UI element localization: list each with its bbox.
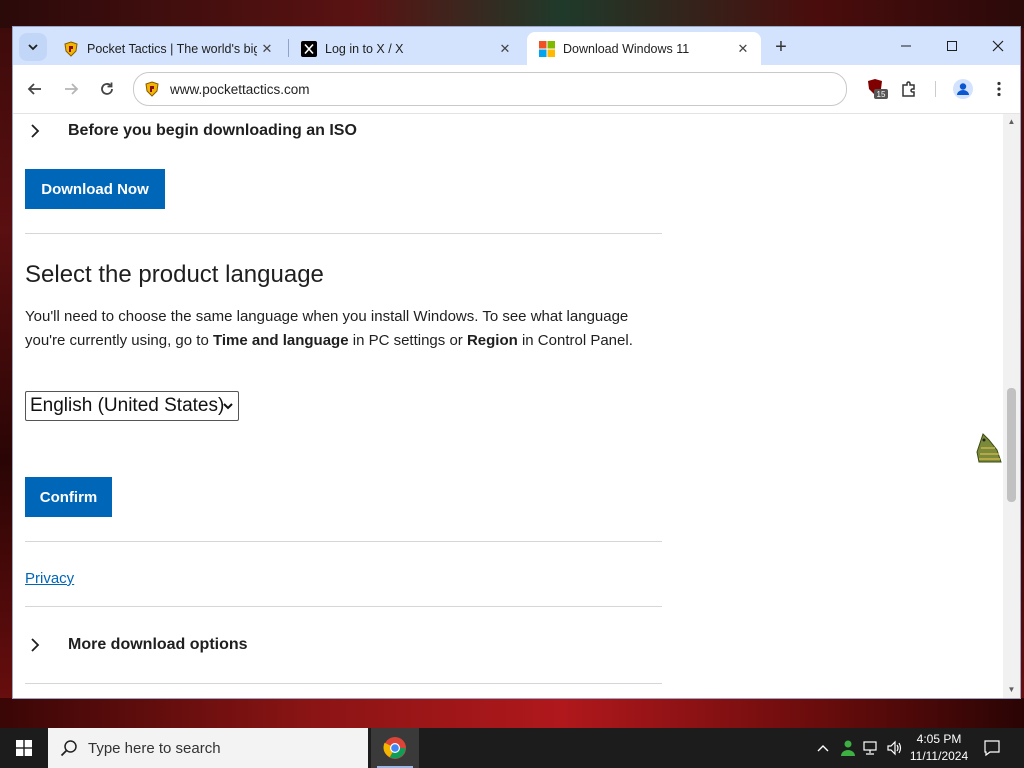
chrome-icon (383, 737, 406, 759)
windows-logo-icon (16, 740, 32, 756)
url-text: www.pockettactics.com (170, 81, 310, 97)
notification-icon (984, 740, 1000, 757)
people-icon (841, 740, 855, 756)
close-tab-icon[interactable]: ✕ (257, 39, 277, 59)
arrow-left-icon (27, 83, 41, 95)
divider (25, 541, 662, 542)
menu-button[interactable] (985, 75, 1013, 103)
para-bold-region: Region (466, 332, 518, 349)
x-logo-icon (301, 40, 317, 57)
new-tab-button[interactable]: + (769, 35, 793, 59)
search-icon (60, 740, 77, 757)
desktop-wallpaper-top (0, 0, 1024, 28)
expander-label: More download options (68, 636, 248, 653)
ublock-extension-button[interactable]: 15 (863, 75, 891, 103)
close-icon (992, 40, 1004, 52)
close-tab-icon[interactable]: ✕ (495, 39, 515, 59)
para-text: in Control Panel. (517, 332, 633, 349)
puzzle-icon (902, 81, 915, 97)
tray-user-icon-button[interactable] (836, 728, 858, 768)
arrow-right-icon (65, 83, 79, 95)
taskbar-clock[interactable]: 4:05 PM 11/11/2024 (900, 731, 978, 765)
tab-title: Log in to X / X (325, 41, 404, 56)
download-now-button[interactable]: Download Now (25, 169, 165, 209)
clock-time: 4:05 PM (916, 732, 962, 746)
back-button[interactable] (21, 75, 49, 103)
address-bar[interactable]: www.pockettactics.com (133, 72, 847, 106)
chevron-up-icon (817, 745, 829, 752)
tab-download-windows[interactable]: Download Windows 11 ✕ (527, 32, 761, 65)
expander-more-download-options[interactable]: More download options (25, 636, 248, 654)
vertical-scrollbar[interactable]: ▲ ▼ (1003, 114, 1020, 698)
tab-strip: Pocket Tactics | The world's big ✕ Log i… (13, 27, 1020, 65)
para-bold-time-language: Time and language (212, 332, 349, 349)
minimize-button[interactable] (883, 31, 929, 61)
close-tab-icon[interactable]: ✕ (733, 39, 753, 59)
show-hidden-icons-button[interactable] (812, 728, 834, 768)
chevron-right-icon (25, 638, 45, 652)
language-selected-value: English (United States) (30, 395, 225, 416)
shield-icon: 15 (868, 79, 888, 99)
notifications-button[interactable] (980, 728, 1004, 768)
close-window-button[interactable] (975, 31, 1021, 61)
tab-pocket-tactics[interactable]: Pocket Tactics | The world's big ✕ (51, 32, 285, 65)
tab-title: Pocket Tactics | The world's big (87, 41, 257, 56)
tab-search-button[interactable] (19, 33, 47, 61)
instruction-paragraph: You'll need to choose the same language … (25, 305, 655, 353)
browser-window: Pocket Tactics | The world's big ✕ Log i… (13, 27, 1020, 698)
maximize-button[interactable] (929, 31, 975, 61)
reload-icon (101, 82, 113, 95)
tab-x-login[interactable]: Log in to X / X ✕ (289, 32, 523, 65)
extension-badge: 15 (877, 90, 886, 99)
chevron-right-icon (25, 124, 45, 138)
expander-label: Before you begin downloading an ISO (68, 122, 357, 139)
para-text: in PC settings or (348, 332, 467, 349)
clock-date: 11/11/2024 (909, 749, 969, 763)
confirm-button[interactable]: Confirm (25, 477, 112, 517)
maximize-icon (947, 41, 957, 51)
chevron-down-icon (223, 403, 233, 410)
divider (25, 233, 662, 234)
scrollbar-thumb[interactable] (1007, 388, 1016, 502)
avatar-icon (953, 79, 973, 99)
pocket-tactics-favicon-icon (64, 40, 78, 57)
privacy-link[interactable]: Privacy (25, 570, 74, 587)
plus-icon: + (775, 35, 787, 58)
tab-title: Download Windows 11 (563, 41, 690, 56)
taskbar-search-box[interactable]: Type here to search (48, 728, 368, 768)
desktop-wallpaper-bottom (0, 698, 1024, 728)
desktop-pet-sprite-icon[interactable] (975, 432, 1003, 466)
profile-button[interactable] (949, 75, 977, 103)
scroll-down-arrow-icon[interactable]: ▼ (1007, 685, 1016, 694)
expander-before-you-begin[interactable]: Before you begin downloading an ISO (25, 122, 357, 140)
site-info-icon (145, 81, 159, 97)
forward-button[interactable] (57, 75, 85, 103)
more-vert-icon (997, 81, 1001, 97)
scroll-up-arrow-icon[interactable]: ▲ (1007, 117, 1016, 126)
start-button[interactable] (0, 728, 48, 768)
minimize-icon (901, 45, 911, 47)
taskbar-chrome-button[interactable] (371, 728, 419, 768)
taskbar: Type here to search 4:05 PM 11/11/2024 (0, 728, 1024, 768)
chevron-down-icon (28, 44, 38, 51)
language-select[interactable]: English (United States) (25, 391, 239, 421)
search-placeholder: Type here to search (88, 739, 221, 757)
page-title: Select the product language (25, 261, 324, 288)
reload-button[interactable] (93, 75, 121, 103)
microsoft-logo-icon (539, 40, 555, 57)
divider (25, 683, 662, 684)
page-content: Before you begin downloading an ISO Down… (13, 114, 1003, 698)
network-button[interactable] (860, 728, 882, 768)
browser-toolbar: www.pockettactics.com 15 (13, 65, 1020, 114)
divider (25, 606, 662, 607)
extensions-button[interactable] (895, 75, 923, 103)
network-icon (863, 741, 877, 755)
toolbar-divider (935, 81, 936, 97)
